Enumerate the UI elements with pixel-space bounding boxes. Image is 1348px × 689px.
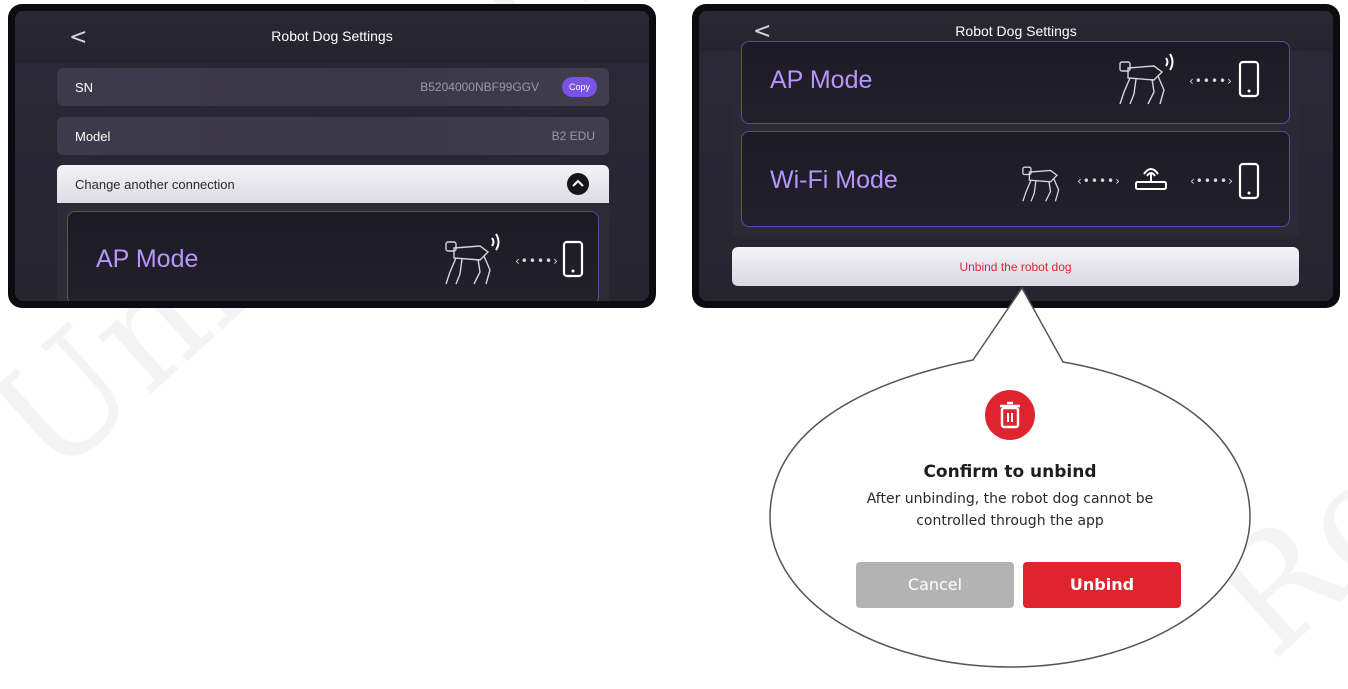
change-connection-label: Change another connection	[75, 177, 235, 192]
phone-icon	[1238, 60, 1260, 98]
model-row: Model B2 EDU	[57, 117, 609, 155]
sn-label: SN	[75, 80, 94, 95]
trash-icon	[1000, 401, 1020, 429]
wifi-mode-card[interactable]: Wi-Fi Mode ‹••••› ‹••••›	[741, 131, 1290, 227]
confirm-dialog: Confirm to unbind After unbinding, the r…	[770, 380, 1250, 532]
chevron-up-icon	[572, 179, 584, 187]
dialog-message-line-2: controlled through the app	[916, 513, 1104, 529]
phone-icon	[562, 240, 584, 278]
robot-dog-icon	[1119, 53, 1174, 105]
ap-mode-title: AP Mode	[770, 66, 873, 94]
cancel-button[interactable]: Cancel	[856, 562, 1014, 608]
robot-dog-icon	[445, 233, 500, 285]
connection-dots: ‹••••›	[515, 254, 559, 268]
ap-mode-title: AP Mode	[96, 245, 199, 273]
page-title: Robot Dog Settings	[955, 23, 1077, 39]
unbind-robot-dog-button[interactable]: Unbind the robot dog	[732, 247, 1299, 286]
settings-screen-scrolled: < Robot Dog Settings AP Mode ‹••••› Wi-F…	[699, 11, 1333, 301]
trash-icon-badge	[985, 390, 1035, 440]
dialog-message-line-1: After unbinding, the robot dog cannot be	[866, 491, 1154, 507]
connection-dots-1: ‹••••›	[1077, 174, 1121, 188]
dialog-message: After unbinding, the robot dog cannot be…	[770, 488, 1250, 532]
tablet-left: < Robot Dog Settings SN B5204000NBF99GGV…	[8, 4, 656, 308]
router-icon	[1135, 168, 1167, 190]
wifi-mode-title: Wi-Fi Mode	[770, 166, 898, 194]
sn-row: SN B5204000NBF99GGV Copy	[57, 68, 609, 106]
ap-mode-card[interactable]: AP Mode ‹••••›	[741, 41, 1290, 124]
unbind-button[interactable]: Unbind	[1023, 562, 1181, 608]
settings-screen: < Robot Dog Settings SN B5204000NBF99GGV…	[15, 11, 649, 301]
unbind-robot-dog-label: Unbind the robot dog	[959, 260, 1072, 274]
ap-mode-card[interactable]: AP Mode ‹••••›	[67, 211, 599, 301]
sn-value: B5204000NBF99GGV	[420, 80, 539, 94]
model-label: Model	[75, 129, 111, 144]
dialog-title: Confirm to unbind	[923, 462, 1097, 482]
connection-dots-2: ‹••••›	[1190, 174, 1234, 188]
tablet-right: < Robot Dog Settings AP Mode ‹••••› Wi-F…	[692, 4, 1340, 308]
robot-dog-icon	[1022, 166, 1060, 202]
copy-button[interactable]: Copy	[561, 77, 597, 97]
top-bar: < Robot Dog Settings	[15, 11, 649, 63]
page-title: Robot Dog Settings	[271, 28, 393, 44]
collapse-button[interactable]	[567, 173, 589, 195]
phone-icon	[1238, 162, 1260, 200]
model-value: B2 EDU	[551, 129, 595, 143]
connection-dots: ‹••••›	[1189, 74, 1233, 88]
change-connection-bar[interactable]: Change another connection	[57, 165, 609, 203]
